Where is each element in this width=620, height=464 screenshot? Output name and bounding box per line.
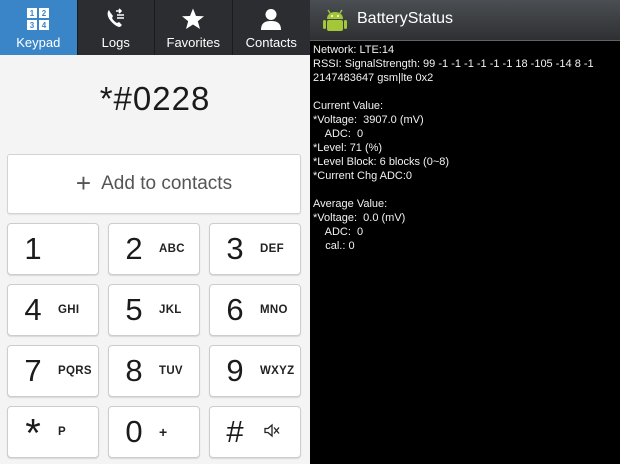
key-3[interactable]: 3 DEF (209, 223, 301, 275)
key-letters: TUV (159, 365, 183, 377)
tab-label: Favorites (166, 35, 220, 50)
status-line-level: *Level: 71 (%) (313, 142, 383, 154)
key-letters: MNO (260, 304, 288, 316)
status-output: Network: LTE:14 RSSI: SignalStrength: 99… (313, 43, 619, 253)
key-1[interactable]: 1 (7, 223, 99, 275)
status-line-current-chg: *Current Chg ADC:0 (313, 170, 413, 182)
key-letters: ABC (159, 243, 185, 255)
status-line-current-header: Current Value: (313, 100, 384, 112)
key-digit: 7 (24, 353, 42, 388)
key-8[interactable]: 8 TUV (108, 345, 200, 397)
status-line-voltage: *Voltage: 3907.0 (mV) (313, 114, 424, 126)
status-line-adc: ADC: 0 (313, 128, 364, 140)
android-icon (322, 7, 348, 34)
key-letters: JKL (159, 304, 182, 316)
key-star[interactable]: * P (7, 406, 99, 458)
key-letters: + (159, 424, 168, 440)
key-digit: * (25, 411, 41, 456)
key-6[interactable]: 6 MNO (209, 284, 301, 336)
key-letters: GHI (58, 304, 80, 316)
tab-label: Contacts (245, 35, 297, 50)
key-0[interactable]: 0 + (108, 406, 200, 458)
status-line-avg-adc: ADC: 0 (313, 226, 364, 238)
status-line-cal: cal.: 0 (313, 240, 355, 252)
keypad-icon: 1 2 3 4 (25, 6, 51, 32)
add-to-contacts-button[interactable]: + Add to contacts (7, 154, 301, 214)
key-letters: PQRS (58, 365, 92, 377)
key-5[interactable]: 5 JKL (108, 284, 200, 336)
person-icon (258, 6, 284, 32)
keypad-icon-digit: 4 (42, 21, 47, 30)
key-digit: 9 (226, 353, 244, 388)
tab-contacts[interactable]: Contacts (233, 0, 311, 55)
tab-favorites[interactable]: Favorites (155, 0, 233, 55)
call-log-icon (103, 6, 129, 32)
app-title-bar: BatteryStatus (310, 0, 620, 41)
keypad-icon-digit: 1 (30, 9, 35, 18)
key-digit: 0 (125, 414, 143, 449)
status-line-rssi: RSSI: SignalStrength: 99 -1 -1 -1 -1 -1 … (313, 58, 594, 70)
key-2[interactable]: 2 ABC (108, 223, 200, 275)
battery-status-app: BatteryStatus Network: LTE:14 RSSI: Sign… (310, 0, 620, 464)
key-letters: WXYZ (260, 365, 295, 377)
key-4[interactable]: 4 GHI (7, 284, 99, 336)
phone-dialer: 1 2 3 4 Keypad Logs Favorites Contacts *… (0, 0, 310, 464)
status-line-rssi-cont: 2147483647 gsm|lte 0x2 (313, 72, 434, 84)
key-digit: 8 (125, 353, 143, 388)
dialer-tab-bar: 1 2 3 4 Keypad Logs Favorites Contacts (0, 0, 310, 55)
key-letters: DEF (260, 243, 284, 255)
status-line-average-header: Average Value: (313, 198, 388, 210)
status-line-level-block: *Level Block: 6 blocks (0~8) (313, 156, 450, 168)
status-line-avg-voltage: *Voltage: 0.0 (mV) (313, 212, 406, 224)
key-digit: 5 (125, 292, 143, 327)
key-digit: 2 (125, 231, 143, 266)
key-digit: 6 (226, 292, 244, 327)
tab-logs[interactable]: Logs (78, 0, 155, 55)
app-title: BatteryStatus (357, 10, 454, 27)
tab-label: Logs (101, 35, 130, 50)
status-line-blank (313, 85, 619, 99)
mute-icon (264, 423, 280, 441)
keypad-icon-digit: 2 (42, 9, 47, 18)
add-to-contacts-label: Add to contacts (101, 173, 233, 194)
tab-keypad[interactable]: 1 2 3 4 Keypad (0, 0, 78, 55)
key-digit: 4 (24, 292, 42, 327)
key-7[interactable]: 7 PQRS (7, 345, 99, 397)
key-digit: 1 (24, 231, 42, 266)
key-digit: 3 (226, 231, 244, 266)
star-icon (180, 6, 206, 32)
status-line-blank (313, 183, 619, 197)
plus-icon: + (75, 167, 92, 198)
key-digit: # (226, 414, 244, 449)
tab-label: Keypad (16, 35, 61, 50)
key-letters: P (58, 426, 66, 438)
key-9[interactable]: 9 WXYZ (209, 345, 301, 397)
keypad-icon-digit: 3 (30, 21, 35, 30)
dialed-number[interactable]: *#0228 (0, 80, 310, 130)
status-line-network: Network: LTE:14 (313, 44, 395, 56)
key-hash[interactable]: # (209, 406, 301, 458)
